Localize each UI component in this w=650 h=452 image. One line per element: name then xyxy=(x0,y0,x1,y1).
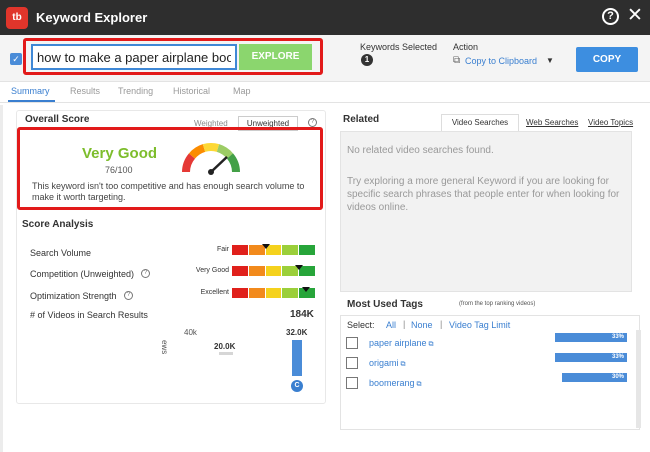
chart-label-20k: 20.0K xyxy=(214,342,236,351)
optimization-strength-label: Optimization Strength xyxy=(30,291,117,301)
video-tag-limit-link[interactable]: Video Tag Limit xyxy=(449,320,510,330)
copy-button[interactable]: COPY xyxy=(576,47,638,72)
score-value: 76/100 xyxy=(105,165,133,175)
chart-label-32k: 32.0K xyxy=(286,328,308,337)
search-volume-meter-label: Fair xyxy=(216,246,229,253)
tag-percent-bar: 33% xyxy=(555,353,627,362)
related-empty-message: No related video searches found. xyxy=(347,145,494,156)
tag-name[interactable]: boomerang ⧉ xyxy=(369,378,422,389)
action-label: Action xyxy=(453,42,479,52)
score-description: This keyword isn't too competitive and h… xyxy=(32,181,305,202)
competition-meter xyxy=(232,266,316,276)
explore-button[interactable]: EXPLORE xyxy=(239,44,312,70)
keywords-selected-label: Keywords Selected xyxy=(360,42,438,52)
tag-checkbox[interactable] xyxy=(346,337,358,349)
close-icon[interactable]: ✕ xyxy=(627,5,643,27)
videos-in-results-value: 184K xyxy=(290,309,314,320)
select-keyword-checkbox[interactable]: ✓ xyxy=(10,53,22,65)
title-bar: tb Keyword Explorer ? ✕ xyxy=(0,0,650,35)
select-none-link[interactable]: None xyxy=(411,320,433,330)
external-link-icon: ⧉ xyxy=(428,341,434,348)
competition-info-icon[interactable]: ? xyxy=(141,269,150,278)
select-label: Select: xyxy=(347,320,375,330)
meter-pointer xyxy=(261,244,270,249)
select-separator: | xyxy=(440,319,443,329)
app-title: Keyword Explorer xyxy=(36,10,148,25)
select-separator: | xyxy=(403,319,406,329)
left-scrollbar[interactable] xyxy=(0,105,3,452)
chart-c-badge[interactable]: C xyxy=(291,380,303,392)
related-title: Related xyxy=(343,114,380,125)
clipboard-icon: ⧉ xyxy=(453,55,461,66)
keyword-search-input[interactable] xyxy=(31,44,237,70)
external-link-icon: ⧉ xyxy=(416,381,422,388)
select-all-link[interactable]: All xyxy=(386,320,396,330)
keywords-selected-count: 1 xyxy=(361,54,373,66)
tag-percent-bar: 30% xyxy=(562,373,627,382)
meter-pointer xyxy=(295,265,304,270)
tags-scrollbar[interactable] xyxy=(636,330,641,428)
optimization-meter-label: Excellent xyxy=(200,289,229,296)
tag-checkbox[interactable] xyxy=(346,357,358,369)
help-icon[interactable]: ? xyxy=(602,8,619,25)
external-link-icon: ⧉ xyxy=(400,361,406,368)
tag-checkbox[interactable] xyxy=(346,377,358,389)
tab-historical[interactable]: Historical xyxy=(173,86,210,96)
most-used-tags-title: Most Used Tags xyxy=(347,299,423,310)
tag-name[interactable]: paper airplane ⧉ xyxy=(369,338,434,349)
tab-trending[interactable]: Trending xyxy=(118,86,153,96)
app-logo: tb xyxy=(6,7,28,29)
tag-percent-bar: 33% xyxy=(555,333,627,342)
chart-bar-gray xyxy=(219,352,233,355)
tab-summary[interactable]: Summary xyxy=(11,86,50,96)
chart-label-40k: 40k xyxy=(184,328,197,337)
tab-results[interactable]: Results xyxy=(70,86,100,96)
optimization-info-icon[interactable]: ? xyxy=(124,291,133,300)
search-volume-meter xyxy=(232,245,316,255)
score-analysis-title: Score Analysis xyxy=(22,219,94,230)
score-gauge-icon xyxy=(182,143,240,175)
caret-down-icon[interactable]: ▼ xyxy=(546,56,554,65)
related-suggestion: Try exploring a more general Keyword if … xyxy=(347,176,620,213)
videos-in-results-label: # of Videos in Search Results xyxy=(30,310,148,320)
info-icon[interactable]: ? xyxy=(308,118,317,127)
chart-axis-label: ews xyxy=(160,340,169,355)
chart-bar-blue xyxy=(292,340,302,376)
competition-meter-label: Very Good xyxy=(195,267,229,274)
score-rating: Very Good xyxy=(82,145,158,162)
tabs-divider xyxy=(0,102,650,103)
tab-web-searches[interactable]: Web Searches xyxy=(526,118,578,127)
tab-video-searches[interactable]: Video Searches xyxy=(441,114,519,131)
tab-map[interactable]: Map xyxy=(233,86,251,96)
copy-to-clipboard-dropdown[interactable]: Copy to Clipboard xyxy=(465,56,537,66)
tab-video-topics[interactable]: Video Topics xyxy=(588,118,633,127)
meter-pointer xyxy=(301,287,310,292)
most-used-tags-subtitle: (from the top ranking videos) xyxy=(459,301,536,307)
overall-score-title: Overall Score xyxy=(25,114,90,125)
competition-label: Competition (Unweighted) xyxy=(30,269,135,279)
tag-name[interactable]: origami ⧉ xyxy=(369,358,406,369)
search-volume-label: Search Volume xyxy=(30,248,92,258)
